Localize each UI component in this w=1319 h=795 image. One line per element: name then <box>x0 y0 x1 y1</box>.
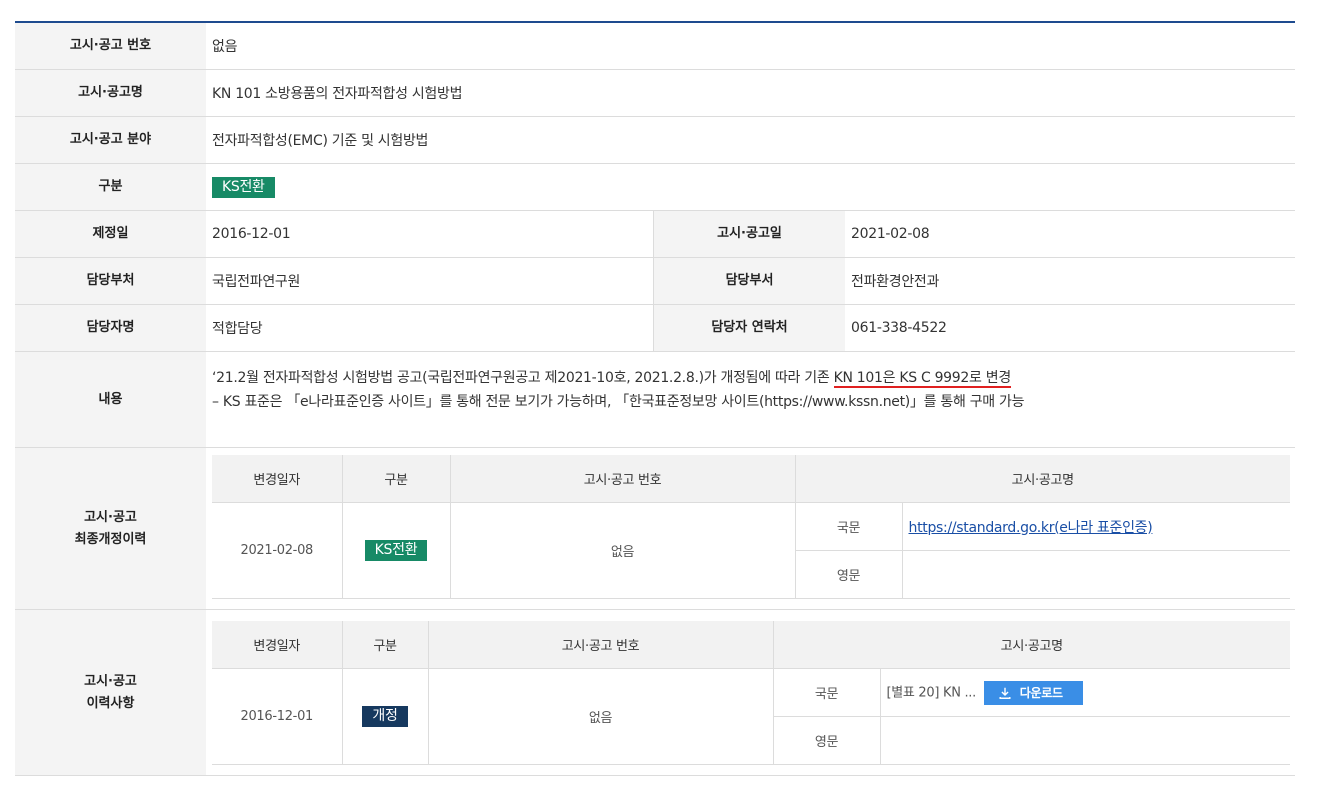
col-header-category: 구분 <box>341 455 450 503</box>
row-label: 담당부처 <box>15 258 206 304</box>
history-label-2: 이력사항 <box>86 695 135 711</box>
revision-date: 2021-02-08 <box>212 502 342 599</box>
col-header-notice-name: 고시·공고명 <box>794 455 1290 503</box>
notice-name-value: KN 101 소방용품의 전자파적합성 시험방법 <box>212 86 463 102</box>
notice-field-value: 전자파적합성(EMC) 기준 및 시험방법 <box>212 133 429 149</box>
row-label: 고시·공고 이력사항 <box>15 610 206 775</box>
english-label: 영문 <box>772 716 880 765</box>
english-value-cell <box>879 716 1290 765</box>
row-label: 고시·공고 분야 <box>15 117 206 163</box>
notice-date-value: 2021-02-08 <box>851 226 930 242</box>
revision-category-cell: KS전환 <box>341 502 450 599</box>
status-badge: KS전환 <box>212 176 275 198</box>
status-badge: KS전환 <box>364 540 428 561</box>
department-value: 국립전파연구원 <box>212 274 301 290</box>
col-header-notice-name: 고시·공고명 <box>772 621 1290 669</box>
latest-revision-cell: 변경일자 구분 고시·공고 번호 고시·공고명 2021-02-08 KS전환 … <box>206 448 1296 609</box>
download-icon <box>999 687 1011 699</box>
history-notice-no: 없음 <box>427 668 773 765</box>
division-value: 전파환경안전과 <box>851 274 940 290</box>
row-label: 고시·공고일 <box>653 211 845 257</box>
row-notice-field: 고시·공고 분야 전자파적합성(EMC) 기준 및 시험방법 <box>15 117 1295 164</box>
korean-label: 국문 <box>794 502 902 551</box>
notice-detail-table: 고시·공고 번호 없음 고시·공고명 KN 101 소방용품의 전자파적합성 시… <box>15 21 1295 776</box>
row-content: 내용 ‘21.2월 전자파적합성 시험방법 공고(국립전파연구원공고 제2021… <box>15 352 1295 448</box>
row-notice-number: 고시·공고 번호 없음 <box>15 23 1295 70</box>
row-label: 고시·공고명 <box>15 70 206 116</box>
table-header-row: 변경일자 구분 고시·공고 번호 고시·공고명 <box>212 455 1290 503</box>
standard-site-link[interactable]: https://standard.go.kr(e나라 표준인증) <box>909 520 1153 536</box>
revision-notice-no: 없음 <box>449 502 795 599</box>
history-table: 변경일자 구분 고시·공고 번호 고시·공고명 2016-12-01 개정 없음… <box>212 621 1290 765</box>
row-label: 제정일 <box>15 211 206 257</box>
row-label: 담당자 연락처 <box>653 305 845 351</box>
row-label: 담당부서 <box>653 258 845 304</box>
col-header-date: 변경일자 <box>212 621 342 669</box>
row-history: 고시·공고 이력사항 변경일자 구분 고시·공고 번호 고시·공고명 2016-… <box>15 610 1295 776</box>
latest-revision-table: 변경일자 구분 고시·공고 번호 고시·공고명 2021-02-08 KS전환 … <box>212 455 1290 599</box>
contact-value: 061-338-4522 <box>851 320 947 336</box>
col-header-notice-no: 고시·공고 번호 <box>449 455 795 503</box>
latest-revision-label-2: 최종개정이력 <box>74 531 147 547</box>
table-row: 2021-02-08 KS전환 없음 국문 https://standard.g… <box>212 502 1290 599</box>
notice-number-value: 없음 <box>212 39 238 55</box>
korean-label: 국문 <box>772 668 880 717</box>
korean-file-cell: [별표 20] KN ... 다운로드 <box>879 668 1290 717</box>
history-category-cell: 개정 <box>341 668 428 765</box>
row-department: 담당부처 국립전파연구원 담당부서 전파환경안전과 <box>15 258 1295 305</box>
row-category: 구분 KS전환 <box>15 164 1295 211</box>
enact-date-value: 2016-12-01 <box>212 226 291 242</box>
attachment-name: [별표 20] KN ... <box>886 685 977 700</box>
row-label: 내용 <box>15 352 206 447</box>
manager-value: 적합담당 <box>212 321 263 337</box>
col-header-category: 구분 <box>341 621 428 669</box>
row-dates: 제정일 2016-12-01 고시·공고일 2021-02-08 <box>15 211 1295 258</box>
row-label: 고시·공고 번호 <box>15 23 206 69</box>
download-button[interactable]: 다운로드 <box>983 680 1083 705</box>
col-header-notice-no: 고시·공고 번호 <box>427 621 773 669</box>
highlighted-change: KN 101은 KS C 9992로 변경 <box>833 370 1011 388</box>
latest-revision-label-1: 고시·공고 <box>84 509 137 525</box>
row-label: 고시·공고 최종개정이력 <box>15 448 206 609</box>
download-label: 다운로드 <box>1019 686 1063 700</box>
table-row: 2016-12-01 개정 없음 국문 [별표 20] KN ... 다운로드 <box>212 668 1290 765</box>
content-text: ‘21.2월 전자파적합성 시험방법 공고(국립전파연구원공고 제2021-10… <box>206 352 1295 447</box>
status-badge: 개정 <box>362 706 408 727</box>
row-manager: 담당자명 적합담당 담당자 연락처 061-338-4522 <box>15 305 1295 352</box>
content-line-1-text: ‘21.2월 전자파적합성 시험방법 공고(국립전파연구원공고 제2021-10… <box>212 370 834 386</box>
row-notice-name: 고시·공고명 KN 101 소방용품의 전자파적합성 시험방법 <box>15 70 1295 117</box>
category-cell: KS전환 <box>206 164 1295 210</box>
content-line-1: ‘21.2월 전자파적합성 시험방법 공고(국립전파연구원공고 제2021-10… <box>212 366 1011 390</box>
row-latest-revision: 고시·공고 최종개정이력 변경일자 구분 고시·공고 번호 고시·공고명 202… <box>15 448 1295 610</box>
row-label: 담당자명 <box>15 305 206 351</box>
history-cell: 변경일자 구분 고시·공고 번호 고시·공고명 2016-12-01 개정 없음… <box>206 610 1296 775</box>
english-label: 영문 <box>794 550 902 599</box>
korean-link-cell: https://standard.go.kr(e나라 표준인증) <box>901 502 1290 551</box>
history-date: 2016-12-01 <box>212 668 342 765</box>
row-label: 구분 <box>15 164 206 210</box>
content-line-2: – KS 표준은 「e나라표준인증 사이트」를 통해 전문 보기가 가능하며, … <box>212 394 1025 410</box>
history-label-1: 고시·공고 <box>84 673 137 689</box>
col-header-date: 변경일자 <box>212 455 342 503</box>
english-value-cell <box>901 550 1290 599</box>
table-header-row: 변경일자 구분 고시·공고 번호 고시·공고명 <box>212 621 1290 669</box>
